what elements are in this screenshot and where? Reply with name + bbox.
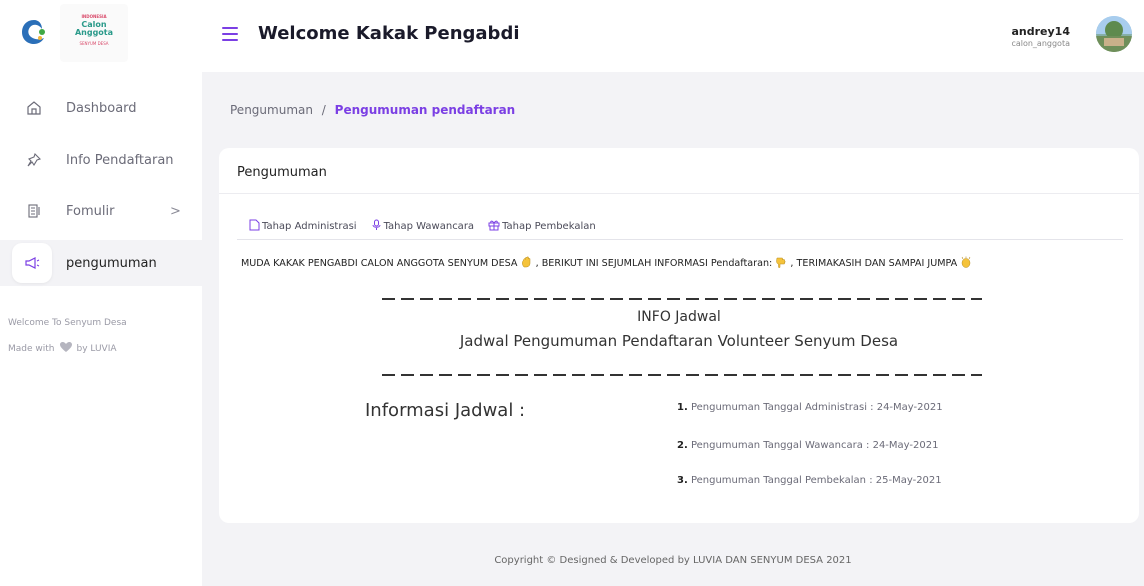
schedule-item: 3. Pengumuman Tanggal Pembekalan : 25-Ma…: [677, 475, 942, 486]
schedule-num: 1.: [677, 402, 688, 413]
intro-part-3: , TERIMAKASIH DAN SAMPAI JUMPA: [790, 258, 958, 269]
logo-line-3: SENYUM DESA: [79, 41, 109, 46]
schedule-text: Pengumuman Tanggal Wawancara : 24-May-20…: [690, 440, 939, 451]
pin-icon: [24, 150, 44, 170]
megaphone-icon: [12, 243, 52, 283]
tab-label: Tahap Administrasi: [262, 221, 357, 232]
sidebar-item-dashboard[interactable]: Dashboard: [0, 85, 202, 131]
app-logo-icon[interactable]: [18, 16, 50, 48]
sidebar-item-label: Fomulir: [66, 203, 115, 219]
breadcrumb-current: Pengumuman pendaftaran: [334, 103, 516, 117]
user-name[interactable]: andrey14: [1012, 25, 1071, 38]
schedule-num: 3.: [677, 475, 688, 486]
sidebar-item-label: Info Pendaftaran: [66, 152, 174, 168]
tab-tahap-administrasi[interactable]: Tahap Administrasi: [249, 219, 357, 234]
page-title: Welcome Kakak Pengabdi: [258, 23, 520, 44]
tab-tahap-pembekalan[interactable]: Tahap Pembekalan: [488, 219, 596, 234]
card-divider: [219, 193, 1139, 194]
tab-label: Tahap Wawancara: [383, 221, 475, 232]
sidebar: INDONESIA Calon Anggota SENYUM DESA Dash…: [0, 0, 202, 586]
made-by-text: by LUVIA: [76, 343, 117, 354]
top-header: Welcome Kakak Pengabdi andrey14 calon_an…: [202, 0, 1144, 72]
schedule-text: Pengumuman Tanggal Pembekalan : 25-May-2…: [690, 475, 942, 486]
dashed-divider-top: [382, 298, 982, 300]
stage-tabs: Tahap Administrasi Tahap Wawancara Tahap…: [249, 219, 596, 234]
sidebar-item-fomulir[interactable]: Fomulir >: [0, 188, 202, 234]
tabs-divider: [237, 239, 1123, 240]
page-footer: Copyright © Designed & Developed by LUVI…: [494, 555, 852, 566]
hamburger-menu-icon[interactable]: [222, 27, 238, 41]
sidebar-item-info-pendaftaran[interactable]: Info Pendaftaran: [0, 137, 202, 183]
tab-label: Tahap Pembekalan: [502, 221, 596, 232]
chevron-right-icon: >: [170, 203, 181, 219]
user-role: calon_anggota: [1011, 39, 1070, 48]
clapping-hands-icon: [960, 256, 972, 271]
tab-tahap-wawancara[interactable]: Tahap Wawancara: [371, 219, 474, 234]
intro-part-1: MUDA KAKAK PENGABDI CALON ANGGOTA SENYUM…: [241, 258, 518, 269]
intro-part-2: , BERIKUT INI SEJUMLAH INFORMASI Pendaft…: [535, 258, 773, 269]
avatar[interactable]: [1096, 16, 1132, 52]
logo-anggota: Anggota: [74, 28, 114, 37]
home-icon: [24, 98, 44, 118]
heart-icon: [59, 341, 73, 356]
intro-text: MUDA KAKAK PENGABDI CALON ANGGOTA SENYUM…: [241, 256, 972, 271]
sidebar-item-pengumuman[interactable]: pengumuman: [0, 240, 202, 286]
schedule-item: 1. Pengumuman Tanggal Administrasi : 24-…: [677, 402, 943, 413]
info-title: INFO Jadwal: [637, 309, 721, 325]
waving-hand-icon: [521, 256, 533, 271]
gift-icon: [488, 219, 500, 234]
info-subtitle: Jadwal Pengumuman Pendaftaran Volunteer …: [459, 332, 899, 350]
calon-anggota-logo: INDONESIA Calon Anggota SENYUM DESA: [60, 4, 128, 62]
schedule-item: 2. Pengumuman Tanggal Wawancara : 24-May…: [677, 440, 938, 451]
pointing-hand-icon: [775, 256, 787, 271]
sidebar-item-label: Dashboard: [66, 100, 137, 116]
schedule-text: Pengumuman Tanggal Administrasi : 24-May…: [690, 402, 943, 413]
breadcrumb-separator: /: [321, 103, 326, 117]
sidebar-item-label: pengumuman: [66, 255, 157, 271]
schedule-num: 2.: [677, 440, 688, 451]
dashed-divider-bottom: [382, 374, 982, 376]
sidebar-footer-made: Made with by LUVIA: [8, 341, 117, 356]
logo-line-1: INDONESIA: [81, 14, 107, 19]
logo-row: INDONESIA Calon Anggota SENYUM DESA: [0, 0, 202, 72]
made-with-text: Made with: [8, 343, 55, 354]
file-icon: [249, 219, 260, 234]
sidebar-footer-welcome: Welcome To Senyum Desa: [8, 318, 127, 328]
form-icon: [24, 201, 44, 221]
card-title: Pengumuman: [237, 165, 327, 180]
breadcrumb-parent[interactable]: Pengumuman: [230, 103, 313, 117]
mic-icon: [371, 219, 382, 234]
logo-line-2: Calon Anggota: [60, 21, 128, 37]
breadcrumb: Pengumuman / Pengumuman pendaftaran: [230, 103, 515, 117]
schedule-heading: Informasi Jadwal :: [365, 400, 526, 421]
